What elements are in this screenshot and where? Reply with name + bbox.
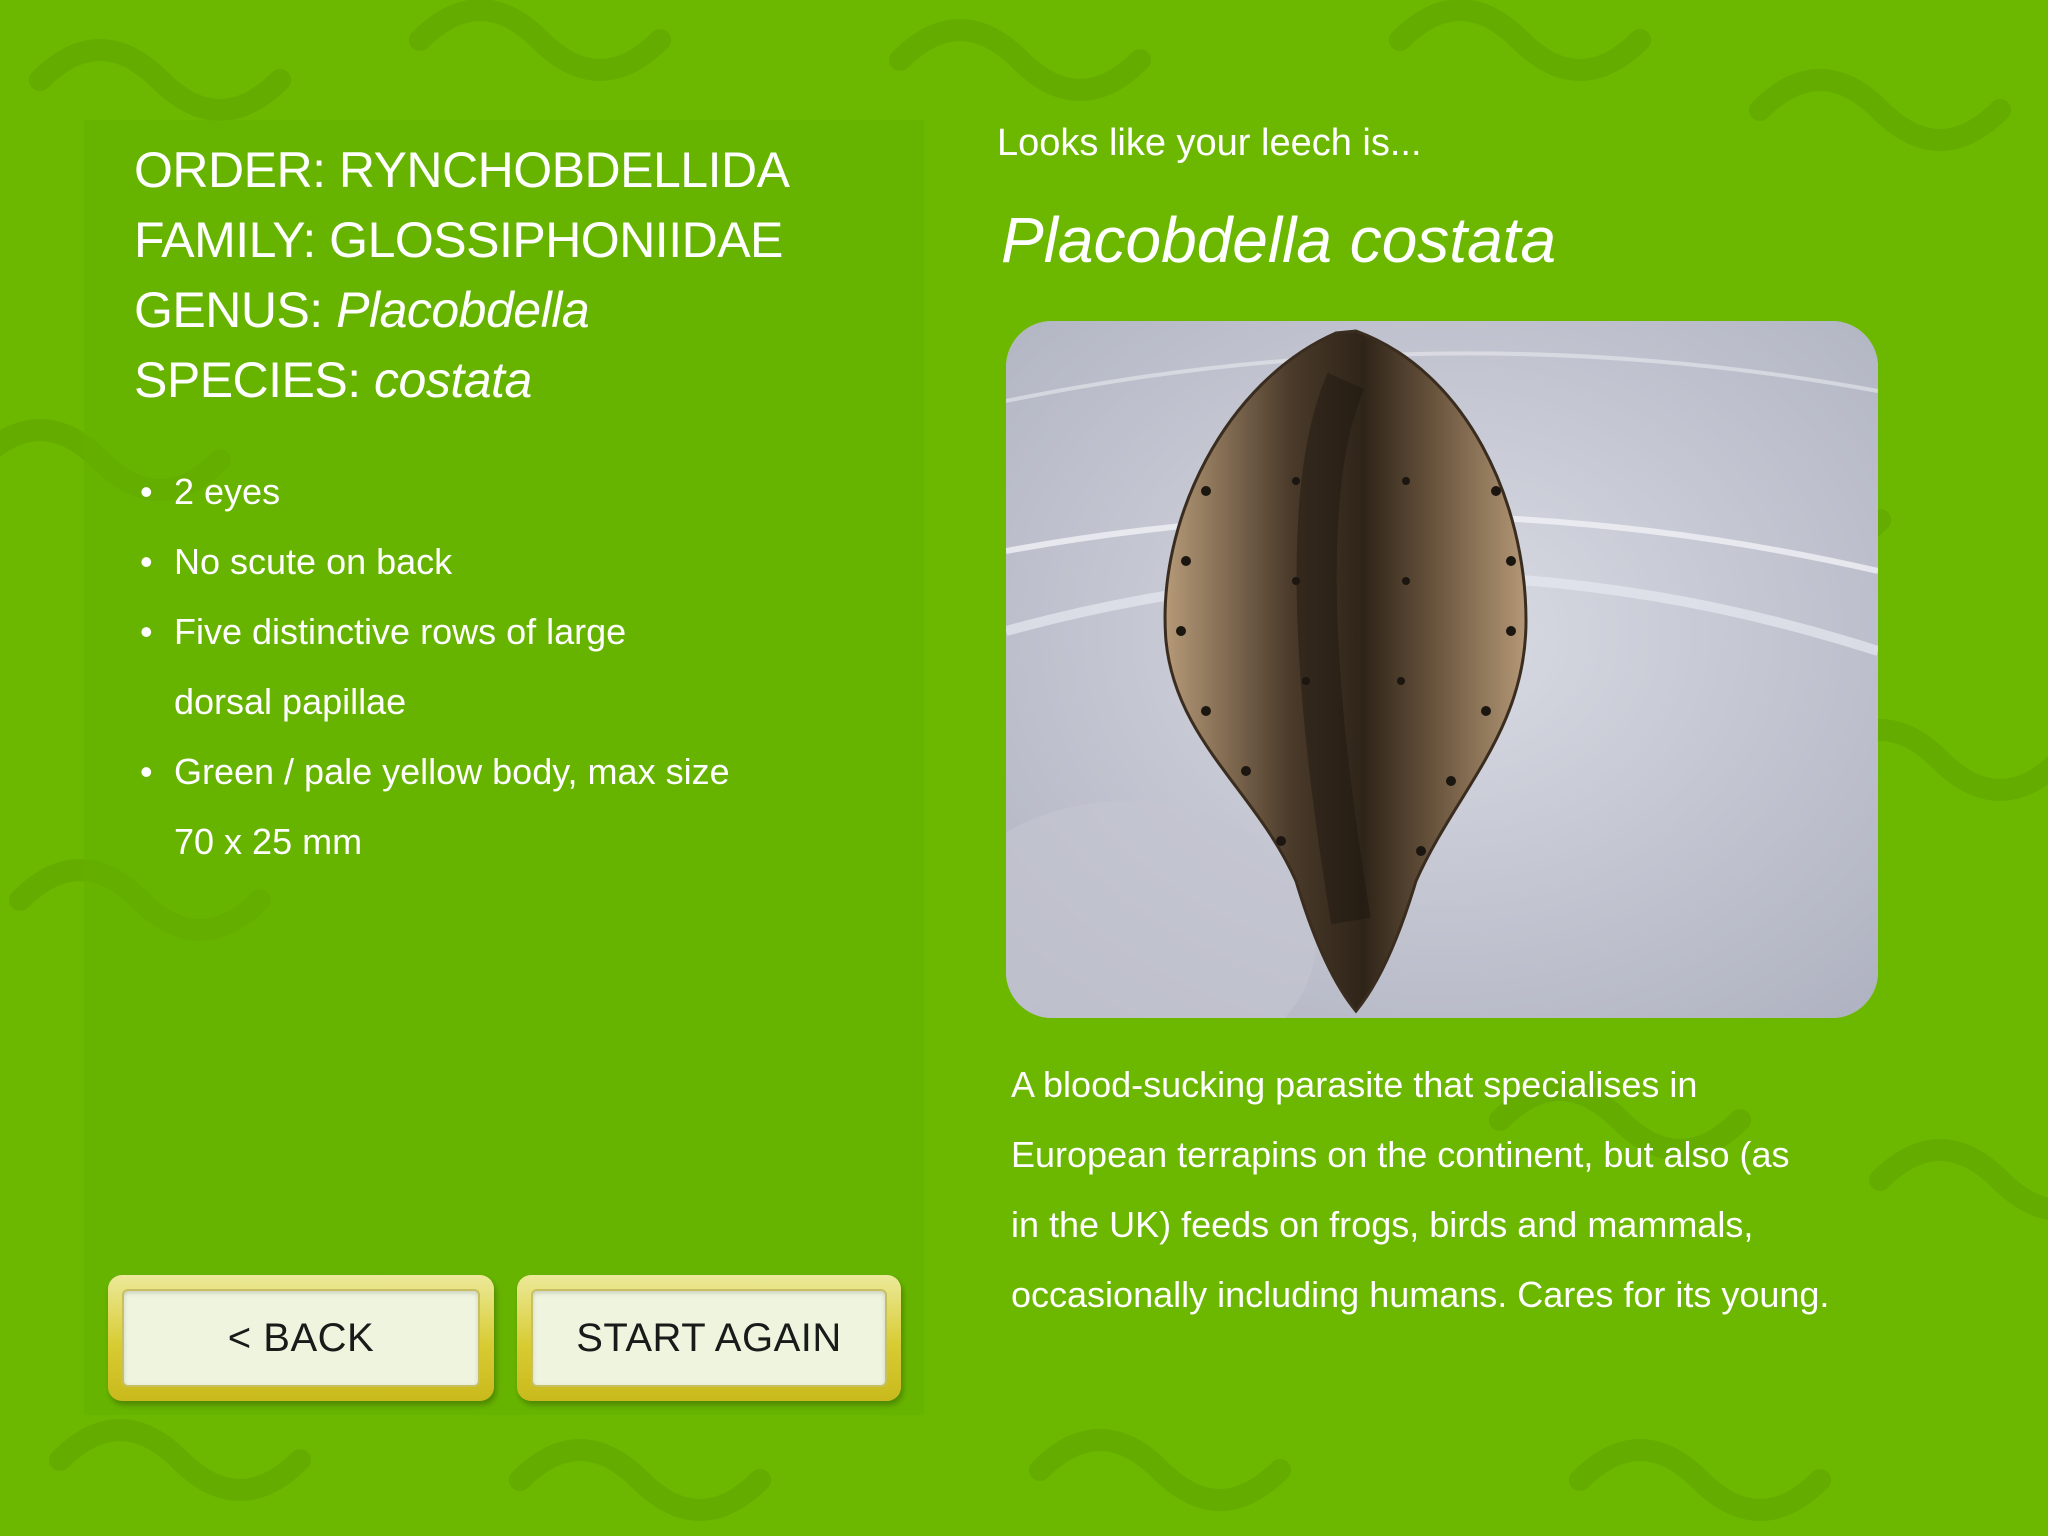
result-intro: Looks like your leech is... <box>997 122 1422 164</box>
trait-text: 70 x 25 mm <box>174 821 363 862</box>
back-button-label: < BACK <box>227 1315 375 1360</box>
genus-label: GENUS: <box>134 282 323 338</box>
taxonomy-family: FAMILY: GLOSSIPHONIIDAE <box>134 205 783 275</box>
bullet: • <box>140 471 153 512</box>
order-label: ORDER: <box>134 142 326 198</box>
species-label: SPECIES: <box>134 352 361 408</box>
trait-text: Five distinctive rows of large <box>174 611 627 652</box>
leech-photo <box>1006 321 1878 1018</box>
description-line: in the UK) feeds on frogs, birds and mam… <box>1011 1204 1754 1245</box>
species-title: Placobdella costata <box>1001 204 1557 276</box>
family-label: FAMILY: <box>134 212 316 268</box>
trait-text: dorsal papillae <box>174 681 407 722</box>
leech-photo-image <box>1006 321 1878 1018</box>
order-value: RYNCHOBDELLIDA <box>338 142 790 198</box>
taxonomy-order: ORDER: RYNCHOBDELLIDA <box>134 135 790 205</box>
back-button[interactable]: < BACK <box>108 1275 494 1401</box>
bullet: • <box>140 541 153 582</box>
trait-text: 2 eyes <box>174 471 281 512</box>
bullet: • <box>140 611 153 652</box>
family-value: GLOSSIPHONIIDAE <box>329 212 783 268</box>
taxonomy-genus: GENUS: Placobdella <box>134 275 590 345</box>
description-line: A blood-sucking parasite that specialise… <box>1011 1064 1698 1105</box>
trait-text: No scute on back <box>174 541 453 582</box>
description-line: European terrapins on the continent, but… <box>1011 1134 1790 1175</box>
taxonomy-species: SPECIES: costata <box>134 345 532 415</box>
start-again-button[interactable]: START AGAIN <box>517 1275 901 1401</box>
species-value: costata <box>374 352 532 408</box>
description-line: occasionally including humans. Cares for… <box>1011 1274 1830 1315</box>
start-again-button-label: START AGAIN <box>576 1315 842 1360</box>
bullet: • <box>140 751 153 792</box>
trait-text: Green / pale yellow body, max size <box>174 751 730 792</box>
genus-value: Placobdella <box>336 282 590 338</box>
